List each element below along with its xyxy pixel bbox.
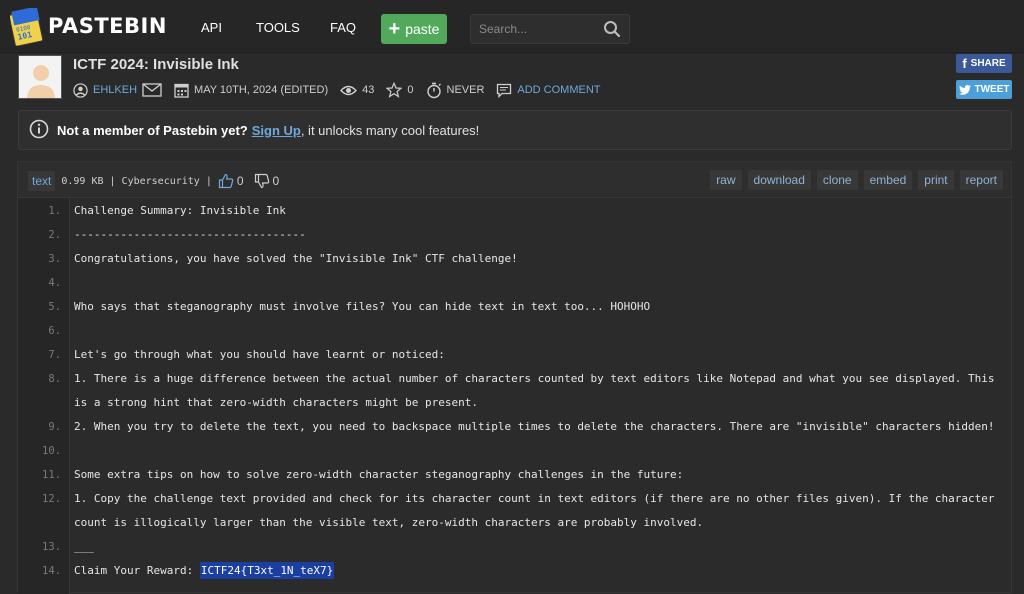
brand-name[interactable]: PASTEBIN xyxy=(48,14,167,38)
twitter-icon xyxy=(958,84,971,95)
reward-label: Claim Your Reward: xyxy=(74,564,200,577)
syntax-tag[interactable]: text xyxy=(28,171,56,191)
line-number: 11. xyxy=(42,469,61,481)
code-line: is a strong hint that zero-width charact… xyxy=(74,396,478,409)
code-line: ___ xyxy=(74,540,94,553)
add-comment-label: ADD COMMENT xyxy=(517,84,601,96)
paste-actions: raw download clone embed print report xyxy=(710,170,1003,190)
line-number: 1. xyxy=(48,205,61,217)
code-line: count is illogically larger than the vis… xyxy=(74,516,704,529)
code-lines: 1. Challenge Summary: Invisible Ink 2. ---… xyxy=(18,198,1011,582)
thumbs-down-icon xyxy=(254,173,269,189)
line-number: 3. xyxy=(48,253,61,265)
user-icon xyxy=(73,82,88,98)
add-comment-link[interactable]: ADD COMMENT xyxy=(496,83,601,98)
facebook-icon: f xyxy=(962,56,967,71)
calendar-icon xyxy=(174,83,189,98)
pastebin-logo-icon[interactable]: 101 0100 xyxy=(8,6,44,47)
views-info: 43 xyxy=(340,84,374,97)
date-info: MAY 10TH, 2024 (EDITED) xyxy=(174,82,328,98)
raw-button[interactable]: raw xyxy=(710,170,742,190)
code-line: 1. There is a huge difference between th… xyxy=(74,372,995,385)
mail-icon xyxy=(142,83,162,97)
timer-icon xyxy=(426,82,441,98)
facebook-share-button[interactable]: f SHARE xyxy=(956,54,1012,73)
stars-info: 0 xyxy=(386,82,414,98)
code-line: 1. Copy the challenge text provided and … xyxy=(74,492,995,505)
search-input[interactable] xyxy=(471,15,601,43)
author-link[interactable]: EHLKEH xyxy=(93,84,137,96)
dislike-button[interactable]: 0 xyxy=(254,173,280,189)
code-line: Claim Your Reward: ICTF24{T3xt_1N_teX7} xyxy=(74,562,1004,579)
clone-button[interactable]: clone xyxy=(816,170,858,190)
code-line: Some extra tips on how to solve zero-wid… xyxy=(74,468,684,481)
line-number: 10. xyxy=(42,445,61,457)
embed-button[interactable]: embed xyxy=(863,170,913,190)
top-header: 101 0100 PASTEBIN API TOOLS FAQ + paste xyxy=(0,0,1024,53)
info-icon xyxy=(29,119,49,142)
line-number: 6. xyxy=(48,325,61,337)
nav-faq[interactable]: FAQ xyxy=(330,20,356,35)
paste-title: ICTF 2024: Invisible Ink xyxy=(73,56,239,73)
star-icon xyxy=(386,82,403,98)
dislikes-count: 0 xyxy=(272,174,280,188)
flag-selection[interactable]: ICTF24{T3xt_1N_teX7} xyxy=(199,562,335,579)
line-number: 4. xyxy=(48,277,61,289)
nav-tools[interactable]: TOOLS xyxy=(256,20,300,35)
plus-icon: + xyxy=(388,18,401,40)
line-number: 5. xyxy=(48,301,61,313)
paste-meta: EHLKEH MAY 10TH, 2024 (EDITED) 43 0 NEVE… xyxy=(73,81,613,99)
new-paste-button[interactable]: + paste xyxy=(381,14,447,44)
size-info: 0.99 KB | Cybersecurity | xyxy=(61,175,212,187)
code-line: Congratulations, you have solved the "In… xyxy=(74,252,518,265)
eye-icon xyxy=(340,85,358,95)
paste-button-label: paste xyxy=(405,21,440,37)
paste-content: text 0.99 KB | Cybersecurity | 0 0 raw d… xyxy=(17,161,1012,594)
line-number: 14. xyxy=(42,565,61,577)
author-info: EHLKEH xyxy=(73,82,162,98)
paste-info: text 0.99 KB | Cybersecurity | 0 0 xyxy=(28,171,279,191)
expiry-info: NEVER xyxy=(426,82,485,99)
signup-notice: Not a member of Pastebin yet? Sign Up , … xyxy=(18,110,1012,150)
line-number: 12. xyxy=(42,493,61,505)
code-line: Let's go through what you should have le… xyxy=(74,348,445,361)
search-icon[interactable] xyxy=(603,20,621,41)
paste-date: MAY 10TH, 2024 (EDITED) xyxy=(194,84,329,96)
nav-api[interactable]: API xyxy=(201,20,222,35)
twitter-share-label: TWEET xyxy=(974,84,1010,95)
facebook-share-label: SHARE xyxy=(970,58,1006,69)
code-line: 2. When you try to delete the text, you … xyxy=(74,420,995,433)
report-button[interactable]: report xyxy=(959,170,1003,190)
stars-count: 0 xyxy=(407,84,414,96)
download-button[interactable]: download xyxy=(747,170,811,190)
expiry-value: NEVER xyxy=(446,84,485,96)
code-line: Who says that steganography must involve… xyxy=(74,300,651,313)
search-box xyxy=(470,14,630,44)
line-number: 8. xyxy=(48,373,61,385)
views-count: 43 xyxy=(362,84,375,96)
paste-toolbar: text 0.99 KB | Cybersecurity | 0 0 raw d… xyxy=(18,162,1011,198)
notice-bold-text: Not a member of Pastebin yet? xyxy=(57,122,248,138)
like-button[interactable]: 0 xyxy=(218,173,244,189)
notice-rest-text: , it unlocks many cool features! xyxy=(300,122,480,138)
line-number: 9. xyxy=(48,421,61,433)
print-button[interactable]: print xyxy=(918,170,954,190)
signup-link[interactable]: Sign Up xyxy=(252,123,301,138)
code-line: ----------------------------------- xyxy=(74,228,306,241)
line-number: 2. xyxy=(48,229,61,241)
likes-count: 0 xyxy=(236,174,244,188)
thumbs-up-icon xyxy=(218,173,234,189)
code-line: Challenge Summary: Invisible Ink xyxy=(74,204,286,217)
comment-icon xyxy=(497,83,512,98)
author-avatar[interactable] xyxy=(18,55,62,99)
line-number: 13. xyxy=(42,541,61,553)
twitter-share-button[interactable]: TWEET xyxy=(956,80,1012,99)
line-number: 7. xyxy=(48,349,61,361)
